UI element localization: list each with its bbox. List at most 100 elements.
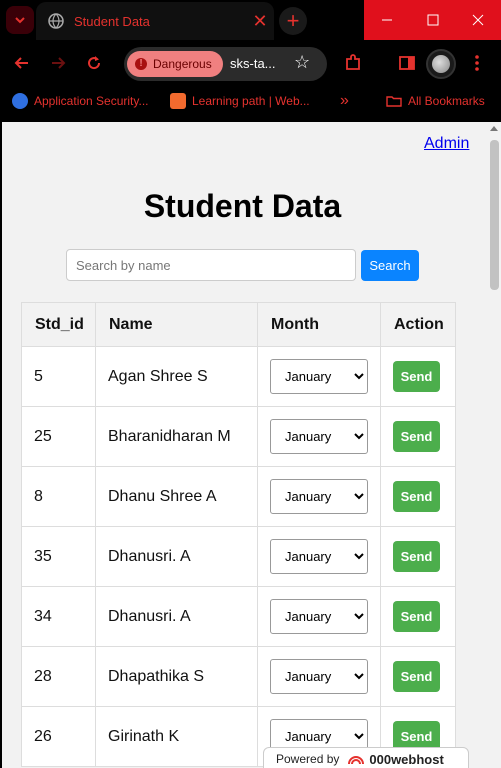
- more-menu-icon[interactable]: [466, 52, 488, 74]
- bookmark-star-icon[interactable]: ☆: [294, 52, 310, 73]
- warning-icon: !: [135, 58, 147, 70]
- month-select[interactable]: January: [270, 359, 368, 394]
- std-id-cell: 25: [21, 406, 96, 467]
- month-cell: January: [257, 346, 381, 407]
- table-header-row: Std_id Name Month Action: [21, 302, 456, 347]
- month-select[interactable]: January: [270, 539, 368, 574]
- send-button[interactable]: Send: [393, 481, 440, 512]
- browser-tab[interactable]: Student Data ✕: [36, 2, 274, 40]
- page-title: Student Data: [143, 188, 342, 224]
- std-id-cell: 28: [21, 646, 96, 707]
- std-id-cell: 34: [21, 586, 96, 647]
- student-name-cell: Bharanidharan M: [95, 406, 258, 467]
- column-header-action: Action: [380, 302, 456, 347]
- month-select[interactable]: January: [270, 659, 368, 694]
- reload-icon[interactable]: [83, 52, 105, 74]
- bookmarks-overflow-button[interactable]: »: [340, 92, 349, 110]
- maximize-button[interactable]: [410, 0, 456, 40]
- table-row: 34 Dhanusri. A January Send: [21, 586, 456, 647]
- globe-icon: [48, 13, 64, 29]
- table-row: 5 Agan Shree S January Send: [21, 346, 456, 407]
- side-panel-icon[interactable]: [396, 52, 418, 74]
- action-cell: Send: [380, 346, 456, 407]
- security-label: Dangerous: [153, 57, 212, 71]
- back-icon[interactable]: [11, 52, 33, 74]
- extensions-icon[interactable]: [342, 52, 364, 74]
- action-cell: Send: [380, 406, 456, 467]
- send-button[interactable]: Send: [393, 421, 440, 452]
- send-button[interactable]: Send: [393, 541, 440, 572]
- search-input[interactable]: [66, 249, 356, 281]
- action-cell: Send: [380, 586, 456, 647]
- page-viewport: Admin Student Data Search Std_id Name Mo…: [2, 122, 501, 768]
- bookmark-learning-path[interactable]: Learning path | Web...: [170, 92, 310, 110]
- month-cell: January: [257, 406, 381, 467]
- action-cell: Send: [380, 646, 456, 707]
- column-header-name: Name: [95, 302, 258, 347]
- send-button[interactable]: Send: [393, 601, 440, 632]
- title-bar: Student Data ✕ +: [0, 0, 501, 40]
- close-icon: [472, 14, 484, 26]
- url-text: sks-ta...: [230, 56, 276, 71]
- table-row: 8 Dhanu Shree A January Send: [21, 466, 456, 527]
- table-row: 25 Bharanidharan M January Send: [21, 406, 456, 467]
- month-select[interactable]: January: [270, 479, 368, 514]
- tab-search-button[interactable]: [6, 6, 34, 34]
- folder-icon: [386, 96, 402, 107]
- student-name-cell: Agan Shree S: [95, 346, 258, 407]
- send-button[interactable]: Send: [393, 361, 440, 392]
- std-id-cell: 26: [21, 706, 96, 767]
- std-id-cell: 35: [21, 526, 96, 587]
- bookmark-application-security[interactable]: Application Security...: [12, 92, 149, 110]
- window-close-button[interactable]: [455, 0, 501, 40]
- profile-avatar[interactable]: [426, 49, 456, 79]
- action-cell: Send: [380, 526, 456, 587]
- maximize-icon: [427, 14, 439, 26]
- close-icon[interactable]: ✕: [246, 11, 274, 32]
- student-name-cell: Dhanusri. A: [95, 586, 258, 647]
- std-id-cell: 5: [21, 346, 96, 407]
- host-logo: 000webhost: [347, 751, 444, 767]
- new-tab-button[interactable]: +: [279, 7, 307, 35]
- powered-by-label: Powered by: [276, 752, 340, 766]
- bookmark-favicon-icon: [170, 93, 186, 109]
- bookmark-favicon-icon: [12, 93, 28, 109]
- month-select[interactable]: January: [270, 419, 368, 454]
- minimize-button[interactable]: [364, 0, 410, 40]
- month-cell: January: [257, 526, 381, 587]
- bookmark-label: Learning path | Web...: [192, 94, 310, 108]
- page-scrollbar[interactable]: [487, 122, 501, 768]
- std-id-cell: 8: [21, 466, 96, 527]
- student-name-cell: Dhapathika S: [95, 646, 258, 707]
- student-name-cell: Dhanu Shree A: [95, 466, 258, 527]
- table-row: 35 Dhanusri. A January Send: [21, 526, 456, 587]
- minimize-icon: [382, 19, 392, 21]
- security-status-chip[interactable]: ! Dangerous: [127, 51, 223, 77]
- student-table: Std_id Name Month Action 5 Agan Shree S Ja…: [21, 302, 456, 767]
- month-cell: January: [257, 646, 381, 707]
- chevron-down-icon: [15, 17, 25, 24]
- bookmark-label: All Bookmarks: [408, 94, 485, 108]
- column-header-month: Month: [257, 302, 381, 347]
- bookmarks-bar: Application Security... Learning path | …: [0, 86, 501, 116]
- student-name-cell: Dhanusri. A: [95, 526, 258, 587]
- search-button[interactable]: Search: [361, 250, 419, 281]
- host-name: 000webhost: [369, 751, 444, 767]
- scroll-thumb[interactable]: [490, 140, 499, 290]
- column-header-std-id: Std_id: [21, 302, 96, 347]
- host-logo-icon: [348, 756, 365, 765]
- hosting-badge[interactable]: Powered by 000webhost: [263, 747, 469, 768]
- toolbar: ! Dangerous sks-ta... ☆: [0, 40, 501, 86]
- student-name-cell: Girinath K: [95, 706, 258, 767]
- all-bookmarks-button[interactable]: All Bookmarks: [386, 92, 485, 110]
- address-bar[interactable]: ! Dangerous sks-ta... ☆: [124, 47, 327, 81]
- month-cell: January: [257, 586, 381, 647]
- admin-link[interactable]: Admin: [424, 135, 469, 153]
- forward-icon[interactable]: [47, 52, 69, 74]
- browser-chrome: Student Data ✕ + ! Dangerous sks-ta... ☆…: [0, 0, 501, 122]
- scroll-up-arrow-icon[interactable]: [490, 126, 498, 131]
- month-cell: January: [257, 466, 381, 527]
- month-select[interactable]: January: [270, 599, 368, 634]
- send-button[interactable]: Send: [393, 661, 440, 692]
- bookmark-label: Application Security...: [34, 94, 149, 108]
